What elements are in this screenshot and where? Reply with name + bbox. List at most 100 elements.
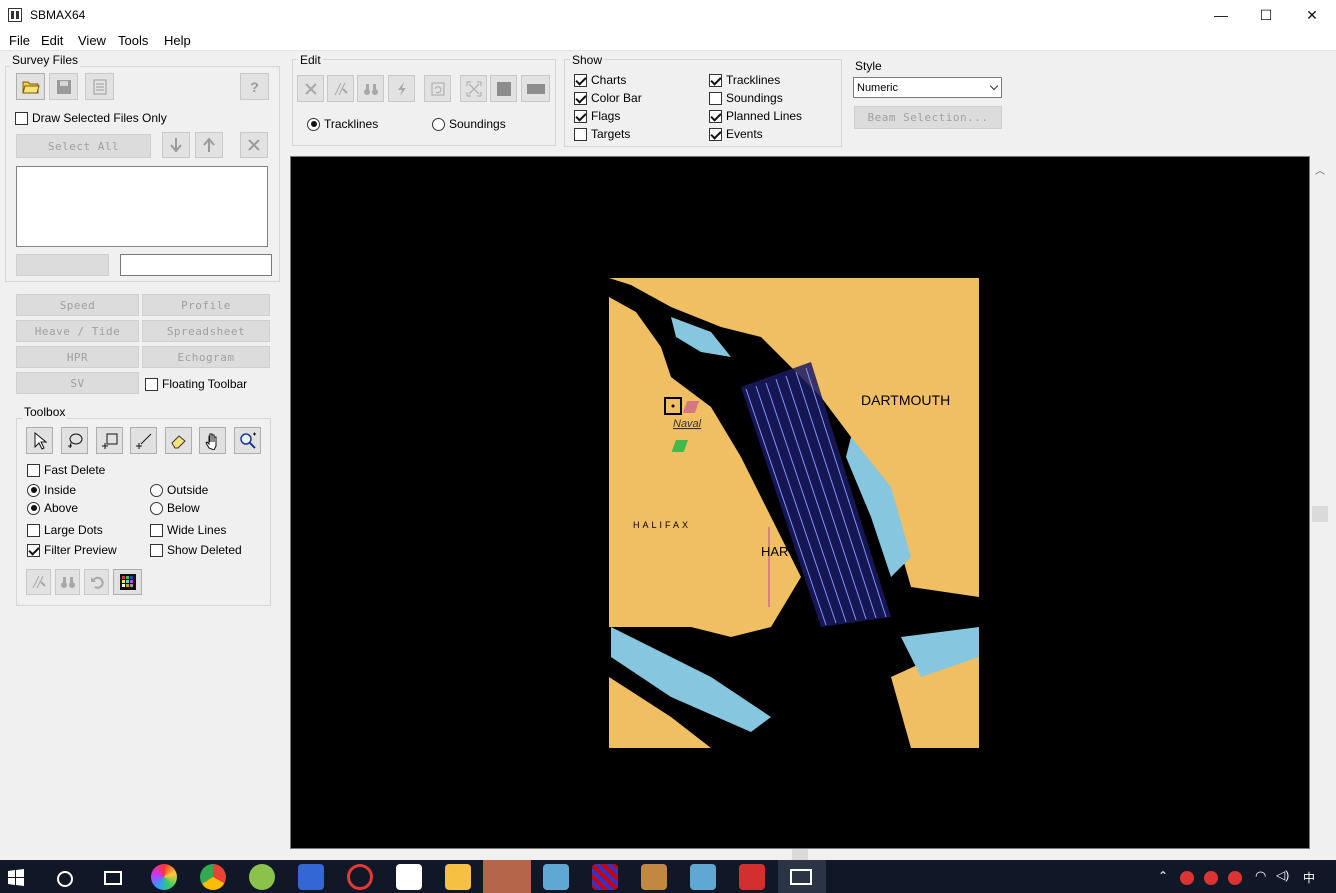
show-planned-lines-checkbox[interactable]: Planned Lines [709, 109, 802, 123]
app-baidu-icon[interactable] [396, 864, 422, 890]
move-down-button[interactable] [162, 132, 190, 158]
photos-icon[interactable] [151, 864, 177, 890]
above-radio[interactable]: Above [27, 501, 78, 515]
undo-button[interactable] [84, 569, 109, 595]
wide-lines-checkbox[interactable]: Wide Lines [150, 523, 226, 537]
inside-radio[interactable]: Inside [27, 483, 76, 497]
select-all-button[interactable]: Select All [16, 134, 151, 158]
pan-tool-button[interactable] [199, 427, 226, 454]
app-shield-icon[interactable] [739, 864, 765, 890]
lasso-tool-button[interactable] [61, 427, 88, 454]
color-palette-button[interactable] [113, 569, 142, 595]
show-colorbar-box[interactable] [574, 91, 587, 105]
fast-delete-checkbox[interactable]: Fast Delete [27, 463, 105, 477]
filter-tracks-button[interactable] [26, 569, 51, 595]
task-view-icon[interactable] [104, 871, 122, 885]
menu-help[interactable]: Help [163, 33, 192, 48]
menu-tools[interactable]: Tools [117, 33, 149, 48]
sv-button[interactable]: SV [16, 372, 139, 394]
show-planned-lines-box[interactable] [709, 109, 722, 123]
show-targets-checkbox[interactable]: Targets [574, 127, 630, 141]
below-radio-dot[interactable] [150, 501, 163, 515]
echogram-button[interactable]: Echogram [142, 346, 270, 368]
input-method-indicator[interactable]: 中 [1303, 869, 1315, 886]
edit-find-button[interactable] [357, 75, 384, 102]
remove-file-button[interactable] [240, 132, 268, 158]
floating-toolbar-checkbox[interactable]: Floating Toolbar [145, 377, 247, 391]
wide-lines-box[interactable] [150, 523, 163, 537]
vertical-scroll-thumb[interactable] [1312, 506, 1328, 522]
app-green-icon[interactable] [249, 864, 275, 890]
tray-qq-icon-2[interactable] [1204, 871, 1218, 885]
show-charts-checkbox[interactable]: Charts [574, 73, 626, 87]
show-events-box[interactable] [709, 127, 722, 141]
rectangle-tool-button[interactable] [96, 427, 123, 454]
cortana-icon[interactable] [57, 871, 73, 887]
speed-button[interactable]: Speed [16, 294, 139, 316]
profile-button[interactable]: Profile [142, 294, 270, 316]
edit-rect-button[interactable] [521, 75, 550, 102]
edit-flash-button[interactable] [388, 75, 415, 102]
chart-map[interactable]: DARTMOUTH HALIFAX Naval HAR [291, 157, 1309, 848]
chrome-icon[interactable] [200, 864, 226, 890]
file-list-button[interactable] [85, 73, 114, 100]
show-tracklines-checkbox[interactable]: Tracklines [709, 73, 780, 87]
app-tool-icon[interactable] [641, 864, 667, 890]
show-deleted-checkbox[interactable]: Show Deleted [150, 543, 242, 557]
eraser-tool-button[interactable] [165, 427, 192, 454]
edit-filter-button[interactable] [327, 75, 354, 102]
minimize-button[interactable]: — [1198, 0, 1244, 30]
edit-tracklines-radio[interactable]: Tracklines [307, 117, 378, 131]
app-screen-icon[interactable] [298, 864, 324, 890]
help-button[interactable]: ? [240, 73, 269, 100]
zoom-tool-button[interactable] [234, 427, 261, 454]
style-select[interactable]: Numeric [853, 77, 1002, 98]
map-canvas[interactable]: DARTMOUTH HALIFAX Naval HAR [290, 156, 1310, 849]
draw-selected-box[interactable] [15, 111, 28, 125]
inside-radio-dot[interactable] [27, 483, 40, 497]
draw-selected-checkbox[interactable]: Draw Selected Files Only [15, 111, 167, 125]
menu-edit[interactable]: Edit [40, 33, 64, 48]
edit-soundings-radio[interactable]: Soundings [432, 117, 506, 131]
filter-preview-checkbox[interactable]: Filter Preview [27, 543, 117, 557]
survey-file-list[interactable] [16, 166, 268, 247]
move-up-button[interactable] [195, 132, 223, 158]
outside-radio[interactable]: Outside [150, 483, 208, 497]
close-button[interactable]: ✕ [1289, 0, 1335, 30]
app-red-icon[interactable] [347, 864, 373, 890]
app-pattern-icon[interactable] [592, 864, 618, 890]
large-dots-box[interactable] [27, 523, 40, 537]
app-whale-1-icon[interactable] [543, 864, 569, 890]
edit-soundings-dot[interactable] [432, 117, 445, 131]
vertical-scrollbar[interactable]: ︿ [1310, 156, 1330, 859]
large-dots-checkbox[interactable]: Large Dots [27, 523, 103, 537]
menu-file[interactable]: File [8, 33, 31, 48]
edit-cut-button[interactable] [297, 75, 324, 102]
outside-radio-dot[interactable] [150, 483, 163, 497]
show-targets-box[interactable] [574, 127, 587, 141]
file-text-field[interactable] [120, 254, 272, 276]
spreadsheet-button[interactable]: Spreadsheet [142, 320, 270, 342]
find-button[interactable] [55, 569, 80, 595]
show-soundings-box[interactable] [709, 91, 722, 105]
tray-qq-icon-3[interactable] [1228, 871, 1242, 885]
tray-chevron-up-icon[interactable]: ⌃ [1158, 869, 1168, 883]
show-soundings-checkbox[interactable]: Soundings [709, 91, 783, 105]
fast-delete-box[interactable] [27, 463, 40, 477]
app-whale-2-icon[interactable] [690, 864, 716, 890]
show-flags-checkbox[interactable]: Flags [574, 109, 620, 123]
file-explorer-icon[interactable] [445, 864, 471, 890]
maximize-button[interactable]: ☐ [1243, 0, 1289, 30]
hpr-button[interactable]: HPR [16, 346, 139, 368]
line-tool-button[interactable] [130, 427, 157, 454]
above-radio-dot[interactable] [27, 501, 40, 515]
show-flags-box[interactable] [574, 109, 587, 123]
show-charts-box[interactable] [574, 73, 587, 87]
windows-start-icon[interactable] [6, 867, 26, 887]
scroll-up-icon[interactable]: ︿ [1315, 162, 1325, 177]
filter-preview-box[interactable] [27, 543, 40, 557]
edit-tracklines-dot[interactable] [307, 117, 320, 131]
open-folder-button[interactable] [16, 73, 45, 100]
edit-undo-button[interactable] [424, 75, 451, 102]
show-events-checkbox[interactable]: Events [709, 127, 763, 141]
